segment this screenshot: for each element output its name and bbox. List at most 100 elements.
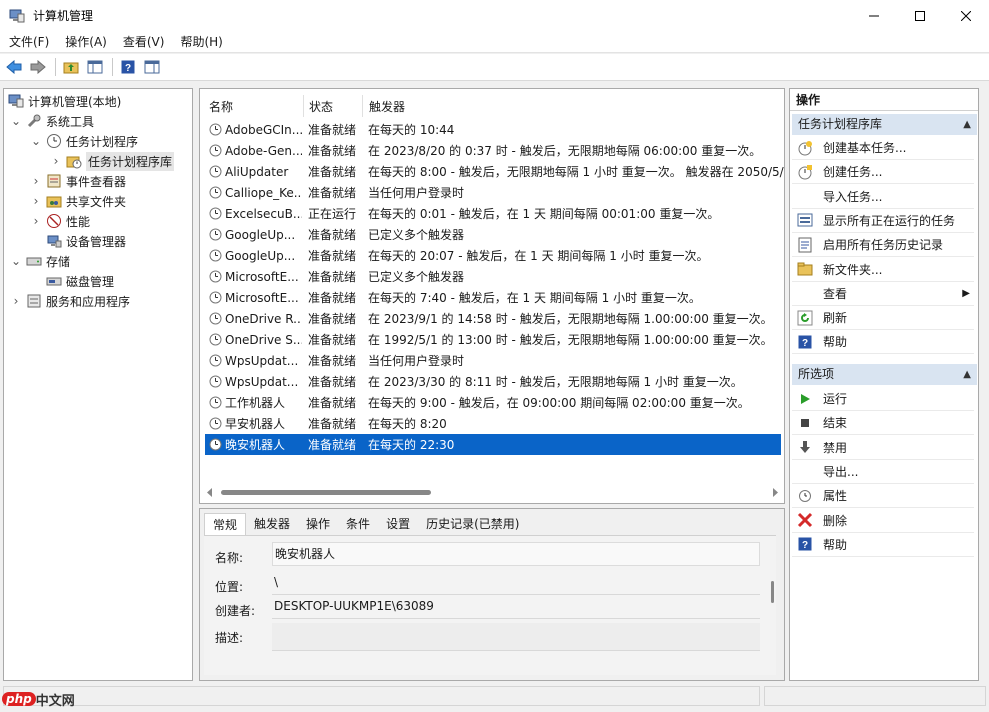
column-header-status[interactable]: 状态 bbox=[309, 95, 333, 117]
action-create-basic-task[interactable]: 创建基本任务... bbox=[792, 136, 974, 160]
tree-item-task-scheduler[interactable]: ⌄ 任务计划程序 bbox=[30, 131, 138, 151]
tab-conditions[interactable]: 条件 bbox=[338, 513, 378, 535]
help-icon[interactable]: ? bbox=[117, 56, 139, 78]
table-row[interactable]: ExcelsecuB... 正在运行 在每天的 0:01 - 触发后，在 1 天 期… bbox=[205, 203, 781, 224]
column-header-name[interactable]: 名称 bbox=[209, 95, 233, 117]
action-label: 刷新 bbox=[823, 311, 848, 326]
tree-item-device-manager[interactable]: 设备管理器 bbox=[46, 231, 126, 251]
table-row[interactable]: OneDrive S... 准备就绪在 1992/5/1 的 13:00 时 - … bbox=[205, 329, 781, 350]
svg-text:?: ? bbox=[802, 540, 808, 551]
action-stop[interactable]: 结束 bbox=[792, 411, 974, 436]
maximize-button[interactable] bbox=[897, 0, 943, 31]
tree-item-shared-folders[interactable]: › 共享文件夹 bbox=[30, 191, 126, 211]
location-field[interactable]: \ bbox=[272, 571, 760, 595]
task-status: 准备就绪 bbox=[308, 438, 357, 452]
table-row[interactable]: 早安机器人 准备就绪 在每天的 8:20 bbox=[205, 413, 781, 434]
action-label: 删除 bbox=[823, 513, 848, 528]
tree-item-services-apps[interactable]: › 服务和应用程序 bbox=[10, 291, 130, 311]
table-row[interactable]: MicrosoftE... 准备就绪 已定义多个触发器 bbox=[205, 266, 781, 287]
table-row[interactable]: WpsUpdat... 准备就绪 当任何用户登录时 bbox=[205, 350, 781, 371]
action-new-folder[interactable]: 新文件夹... bbox=[792, 258, 974, 282]
table-row[interactable]: GoogleUp... 准备就绪 已定义多个触发器 bbox=[205, 224, 781, 245]
column-separator[interactable] bbox=[303, 95, 304, 117]
action-running-tasks[interactable]: 显示所有正在运行的任务 bbox=[792, 209, 974, 233]
table-row[interactable]: WpsUpdat... 准备就绪在 2023/3/30 的 8:11 时 - 触发… bbox=[205, 371, 781, 392]
table-row[interactable]: OneDrive R... 准备就绪在 2023/9/1 的 14:58 时 - … bbox=[205, 308, 781, 329]
device-manager-icon bbox=[46, 233, 62, 249]
shared-folder-icon bbox=[46, 193, 62, 209]
minimize-button[interactable] bbox=[851, 0, 897, 31]
collapse-caret-icon[interactable]: ▲ bbox=[963, 364, 971, 385]
action-action-2[interactable]: 导入任务... bbox=[792, 185, 974, 209]
action-help[interactable]: ? 帮助 bbox=[792, 330, 974, 355]
chevron-right-icon[interactable]: › bbox=[50, 154, 62, 168]
table-row[interactable]: 晚安机器人 准备就绪 在每天的 22:30 bbox=[205, 434, 781, 455]
tab-settings[interactable]: 设置 bbox=[378, 513, 418, 535]
back-arrow-icon[interactable] bbox=[3, 56, 25, 78]
menu-file[interactable]: 文件(F) bbox=[0, 31, 57, 53]
close-button[interactable] bbox=[943, 0, 989, 31]
action-action-3[interactable]: 导出... bbox=[792, 460, 974, 484]
tree-item-label: 共享文件夹 bbox=[66, 194, 127, 209]
task-status: 准备就绪 bbox=[308, 396, 357, 410]
table-row[interactable]: AdobeGCIn... 准备就绪 在每天的 10:44 bbox=[205, 119, 781, 140]
chevron-down-icon[interactable]: ⌄ bbox=[10, 114, 22, 128]
tree-item-task-scheduler-library[interactable]: › 任务计划程序库 bbox=[50, 151, 175, 171]
table-row[interactable]: Calliope_Ke... 准备就绪 当任何用户登录时 bbox=[205, 182, 781, 203]
section-task-library[interactable]: 任务计划程序库 ▲ bbox=[792, 114, 977, 135]
tree-item-event-viewer[interactable]: › 事件查看器 bbox=[30, 171, 126, 191]
tree-item-performance[interactable]: › 性能 bbox=[30, 211, 90, 231]
menu-view[interactable]: 查看(V) bbox=[115, 31, 173, 53]
description-field[interactable] bbox=[272, 623, 760, 651]
up-folder-icon[interactable] bbox=[60, 56, 82, 78]
collapse-caret-icon[interactable]: ▲ bbox=[963, 114, 971, 135]
task-trigger: 在每天的 9:00 - 触发后，在 09:00:00 期间每隔 02:00:00… bbox=[368, 396, 750, 410]
task-status: 准备就绪 bbox=[308, 312, 357, 326]
blank-icon bbox=[797, 285, 813, 301]
name-field[interactable]: 晚安机器人 bbox=[272, 542, 760, 566]
chevron-right-icon[interactable]: › bbox=[10, 294, 22, 308]
author-field[interactable]: DESKTOP-UUKMP1E\63089 bbox=[272, 595, 760, 619]
show-action-pane-icon[interactable] bbox=[141, 56, 163, 78]
column-header-trigger[interactable]: 触发器 bbox=[369, 95, 405, 117]
tree-item-disk-management[interactable]: 磁盘管理 bbox=[46, 271, 114, 291]
action-run[interactable]: 运行 bbox=[792, 387, 974, 411]
action-help[interactable]: ? 帮助 bbox=[792, 533, 974, 557]
tree-item-computer-management[interactable]: 计算机管理(本地) bbox=[8, 91, 121, 111]
action-history[interactable]: 启用所有任务历史记录 bbox=[792, 233, 974, 258]
chevron-down-icon[interactable]: ⌄ bbox=[30, 134, 42, 148]
section-selected-item[interactable]: 所选项 ▲ bbox=[792, 364, 977, 385]
tab-actions[interactable]: 操作 bbox=[298, 513, 338, 535]
services-icon bbox=[26, 293, 42, 309]
table-row[interactable]: Adobe-Gen... 准备就绪在 2023/8/20 的 0:37 时 - 触… bbox=[205, 140, 781, 161]
task-detail-pane: 常规 触发器 操作 条件 设置 历史记录(已禁用) 名称: 晚安机器人 位置: … bbox=[199, 508, 785, 691]
tree-item-system-tools[interactable]: ⌄ 系统工具 bbox=[10, 111, 94, 131]
action-disable[interactable]: 禁用 bbox=[792, 436, 974, 460]
menu-action[interactable]: 操作(A) bbox=[57, 31, 115, 53]
chevron-right-icon[interactable]: › bbox=[30, 214, 42, 228]
table-row[interactable]: GoogleUp... 准备就绪 在每天的 20:07 - 触发后，在 1 天 期间… bbox=[205, 245, 781, 266]
tree-item-storage[interactable]: ⌄ 存储 bbox=[10, 251, 70, 271]
action-label: 导入任务... bbox=[823, 189, 883, 204]
chevron-down-icon[interactable]: ⌄ bbox=[10, 254, 22, 268]
vertical-scrollbar[interactable] bbox=[771, 581, 774, 603]
action-create-task[interactable]: 创建任务... bbox=[792, 160, 974, 185]
table-row[interactable]: 工作机器人 准备就绪 在每天的 9:00 - 触发后，在 09:00:00 期间每隔… bbox=[205, 392, 781, 413]
action-refresh[interactable]: 刷新 bbox=[792, 306, 974, 331]
table-row[interactable]: MicrosoftE... 准备就绪 在每天的 7:40 - 触发后，在 1 天 期… bbox=[205, 287, 781, 308]
chevron-right-icon[interactable]: › bbox=[30, 174, 42, 188]
horizontal-scrollbar[interactable] bbox=[205, 486, 780, 499]
action-delete[interactable]: 删除 bbox=[792, 509, 974, 533]
menu-help[interactable]: 帮助(H) bbox=[172, 31, 230, 53]
column-separator[interactable] bbox=[362, 95, 363, 117]
scrollbar-thumb[interactable] bbox=[221, 490, 431, 495]
forward-arrow-icon[interactable] bbox=[27, 56, 49, 78]
tab-general[interactable]: 常规 bbox=[204, 513, 247, 535]
chevron-right-icon[interactable]: › bbox=[30, 194, 42, 208]
table-row[interactable]: AliUpdater 准备就绪 在每天的 8:00 - 触发后，无限期地每隔 1 小… bbox=[205, 161, 784, 182]
tab-triggers[interactable]: 触发器 bbox=[246, 513, 298, 535]
show-hide-tree-icon[interactable] bbox=[84, 56, 106, 78]
action-properties[interactable]: 属性 bbox=[792, 484, 974, 509]
tab-history[interactable]: 历史记录(已禁用) bbox=[418, 513, 527, 535]
action-action-6[interactable]: 查看 ▶ bbox=[792, 282, 974, 306]
